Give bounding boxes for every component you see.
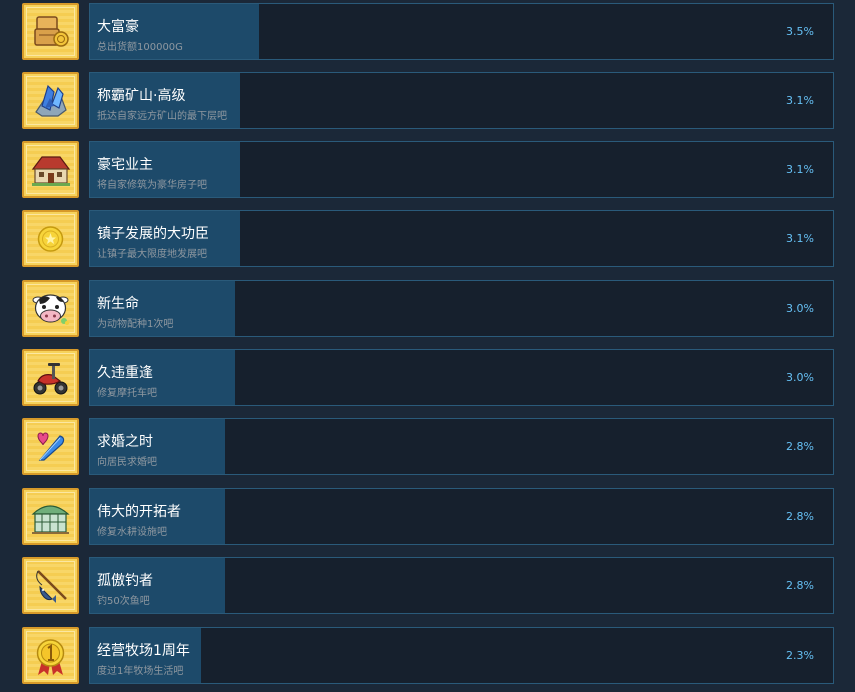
achievement-info: 豪宅业主 将自家修筑为豪华房子吧 3.1% bbox=[89, 141, 834, 198]
achievement-title: 新生命 bbox=[97, 296, 139, 312]
achievement-description: 修复水耕设施吧 bbox=[97, 527, 167, 538]
cow-icon bbox=[22, 280, 79, 337]
achievement-row[interactable]: 伟大的开拓者 修复水耕设施吧 2.8% bbox=[22, 488, 834, 545]
achievement-percent: 3.1% bbox=[786, 232, 814, 245]
achievement-info: 久违重逢 修复摩托车吧 3.0% bbox=[89, 349, 834, 406]
achievement-description: 总出货额100000G bbox=[97, 42, 183, 53]
blue-feather-icon bbox=[22, 418, 79, 475]
achievement-percent: 3.0% bbox=[786, 371, 814, 384]
achievement-description: 修复摩托车吧 bbox=[97, 388, 157, 399]
achievement-title: 豪宅业主 bbox=[97, 157, 153, 173]
achievement-description: 向居民求婚吧 bbox=[97, 457, 157, 468]
achievement-row[interactable]: 久违重逢 修复摩托车吧 3.0% bbox=[22, 349, 834, 406]
achievement-description: 将自家修筑为豪华房子吧 bbox=[97, 180, 207, 191]
achievement-percent: 3.1% bbox=[786, 94, 814, 107]
crystal-ore-icon bbox=[22, 72, 79, 129]
achievement-description: 钓50次鱼吧 bbox=[97, 596, 150, 607]
achievement-info: 求婚之时 向居民求婚吧 2.8% bbox=[89, 418, 834, 475]
achievement-title: 经营牧场1周年 bbox=[97, 643, 190, 659]
medal-icon bbox=[22, 627, 79, 684]
achievement-row[interactable]: 豪宅业主 将自家修筑为豪华房子吧 3.1% bbox=[22, 141, 834, 198]
achievement-title: 镇子发展的大功臣 bbox=[97, 226, 209, 242]
money-chest-icon bbox=[22, 3, 79, 60]
achievement-description: 度过1年牧场生活吧 bbox=[97, 666, 184, 677]
achievement-row[interactable]: 大富豪 总出货额100000G 3.5% bbox=[22, 3, 834, 60]
achievement-percent: 2.8% bbox=[786, 579, 814, 592]
achievement-row[interactable]: 镇子发展的大功臣 让镇子最大限度地发展吧 3.1% bbox=[22, 210, 834, 267]
achievement-info: 称霸矿山·高级 抵达自家远方矿山的最下层吧 3.1% bbox=[89, 72, 834, 129]
achievement-title: 久违重逢 bbox=[97, 365, 153, 381]
gold-coin-icon bbox=[22, 210, 79, 267]
greenhouse-icon bbox=[22, 488, 79, 545]
mansion-icon bbox=[22, 141, 79, 198]
achievement-description: 让镇子最大限度地发展吧 bbox=[97, 249, 207, 260]
achievement-description: 为动物配种1次吧 bbox=[97, 319, 174, 330]
achievement-percent: 3.0% bbox=[786, 302, 814, 315]
achievement-title: 称霸矿山·高级 bbox=[97, 88, 186, 104]
achievement-title: 求婚之时 bbox=[97, 434, 153, 450]
achievement-list: 大富豪 总出货额100000G 3.5% 称霸矿山·高级 抵达自家远方矿山的最下… bbox=[0, 0, 855, 692]
achievement-row[interactable]: 新生命 为动物配种1次吧 3.0% bbox=[22, 280, 834, 337]
achievement-info: 大富豪 总出货额100000G 3.5% bbox=[89, 3, 834, 60]
achievement-percent: 3.1% bbox=[786, 163, 814, 176]
achievement-row[interactable]: 称霸矿山·高级 抵达自家远方矿山的最下层吧 3.1% bbox=[22, 72, 834, 129]
achievement-info: 新生命 为动物配种1次吧 3.0% bbox=[89, 280, 834, 337]
achievement-row[interactable]: 求婚之时 向居民求婚吧 2.8% bbox=[22, 418, 834, 475]
achievement-info: 孤傲钓者 钓50次鱼吧 2.8% bbox=[89, 557, 834, 614]
achievement-title: 伟大的开拓者 bbox=[97, 504, 181, 520]
achievement-percent: 2.3% bbox=[786, 649, 814, 662]
achievement-info: 镇子发展的大功臣 让镇子最大限度地发展吧 3.1% bbox=[89, 210, 834, 267]
fishing-rod-icon bbox=[22, 557, 79, 614]
achievement-percent: 2.8% bbox=[786, 510, 814, 523]
achievement-percent: 2.8% bbox=[786, 440, 814, 453]
achievement-title: 孤傲钓者 bbox=[97, 573, 153, 589]
achievement-info: 伟大的开拓者 修复水耕设施吧 2.8% bbox=[89, 488, 834, 545]
achievement-info: 经营牧场1周年 度过1年牧场生活吧 2.3% bbox=[89, 627, 834, 684]
motorcycle-icon bbox=[22, 349, 79, 406]
achievement-title: 大富豪 bbox=[97, 19, 139, 35]
achievement-row[interactable]: 经营牧场1周年 度过1年牧场生活吧 2.3% bbox=[22, 627, 834, 684]
achievement-description: 抵达自家远方矿山的最下层吧 bbox=[97, 111, 227, 122]
achievement-row[interactable]: 孤傲钓者 钓50次鱼吧 2.8% bbox=[22, 557, 834, 614]
achievement-percent: 3.5% bbox=[786, 25, 814, 38]
